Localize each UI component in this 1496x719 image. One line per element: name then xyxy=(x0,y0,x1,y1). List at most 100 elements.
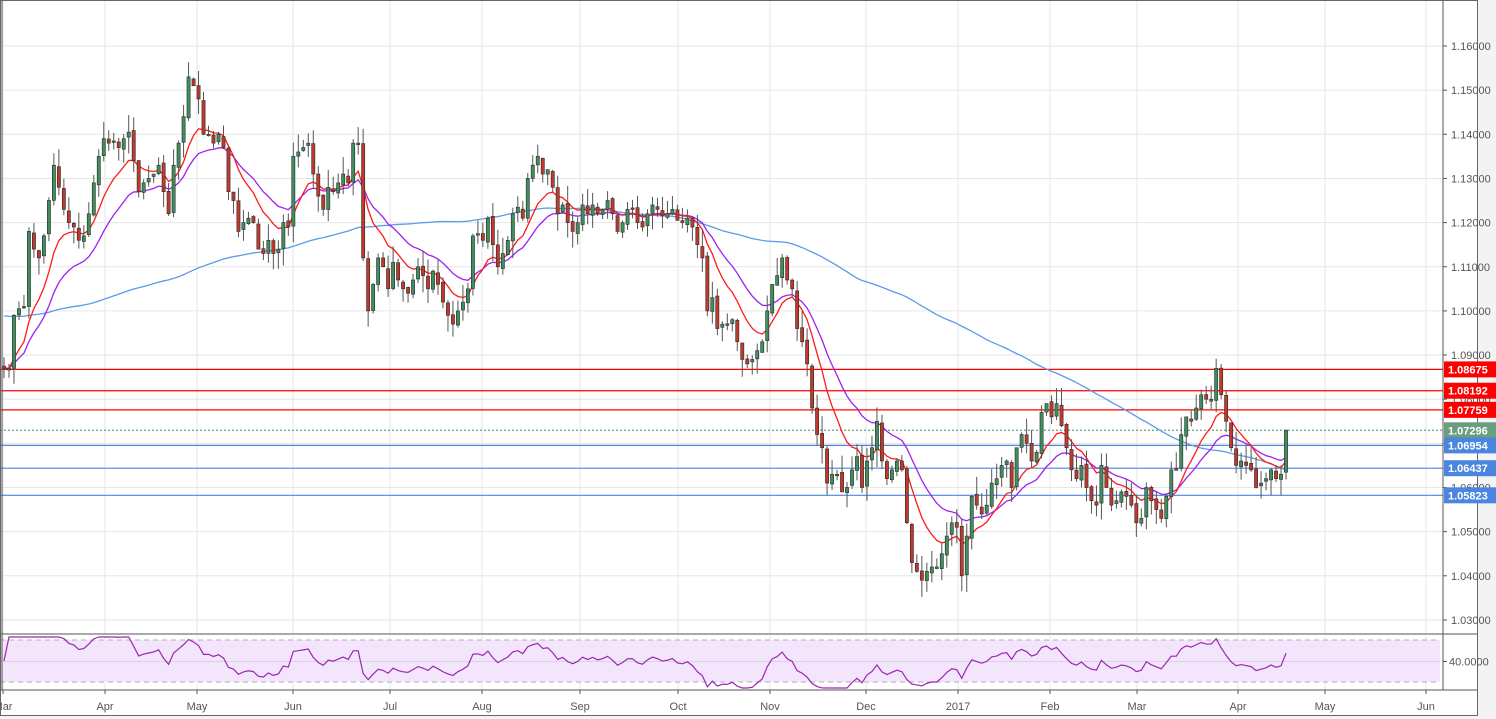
candle-up xyxy=(96,156,101,186)
candle-up xyxy=(505,239,510,255)
candle-down xyxy=(136,160,141,192)
rsi-pane xyxy=(0,636,1440,689)
price-chart[interactable]: 1.030001.040001.050001.060001.070001.080… xyxy=(0,0,1496,719)
candle-up xyxy=(770,284,775,314)
candle-up xyxy=(1004,460,1009,465)
candle-down xyxy=(131,130,136,162)
candle-down xyxy=(1234,448,1239,466)
candle-down xyxy=(286,220,291,228)
candle-up xyxy=(241,222,246,230)
candle-down xyxy=(37,250,41,259)
candle-up xyxy=(929,566,934,574)
candle-down xyxy=(914,563,919,572)
candle-down xyxy=(550,171,555,188)
candle-down xyxy=(1274,470,1278,479)
candle-up xyxy=(111,140,116,143)
candle-up xyxy=(86,213,91,236)
candle-down xyxy=(1109,487,1114,506)
candle-down xyxy=(1174,468,1179,471)
candle-up xyxy=(1239,460,1244,468)
x-tick-label: Aug xyxy=(472,701,492,713)
candle-up xyxy=(1014,447,1019,488)
candle-up xyxy=(760,341,765,353)
x-tick-label: Mar xyxy=(0,701,13,713)
candle-up xyxy=(1269,469,1273,481)
candle-down xyxy=(201,100,206,135)
y-tick-label: 1.13000 xyxy=(1451,173,1491,185)
y-tick-label: 1.05000 xyxy=(1451,527,1491,539)
candle-up xyxy=(999,465,1004,478)
candle-down xyxy=(361,143,366,259)
candle-down xyxy=(386,268,391,290)
candle-down xyxy=(196,85,201,100)
candle-up xyxy=(1209,398,1214,402)
candle-down xyxy=(690,217,695,228)
candle-down xyxy=(740,342,745,360)
candle-up xyxy=(27,231,31,307)
candle-up xyxy=(1284,429,1288,473)
candle-down xyxy=(1249,463,1253,471)
candle-down xyxy=(974,493,979,506)
candle-up xyxy=(1099,465,1104,504)
candle-down xyxy=(426,275,430,290)
candle-up xyxy=(590,204,595,216)
candle-down xyxy=(480,233,485,241)
candle-down xyxy=(116,141,121,148)
candle-down xyxy=(1219,367,1224,396)
candle-down xyxy=(1084,463,1089,488)
candle-down xyxy=(236,200,241,232)
candle-up xyxy=(1264,478,1268,482)
candle-down xyxy=(919,570,924,581)
candle-down xyxy=(401,281,405,290)
candle-up xyxy=(620,222,625,233)
candle-down xyxy=(595,206,600,215)
candle-down xyxy=(1229,422,1234,449)
candle-down xyxy=(446,302,450,316)
x-tick-label: Feb xyxy=(1041,701,1060,713)
candle-up xyxy=(865,460,869,487)
candle-up xyxy=(600,209,605,215)
candle-down xyxy=(191,78,196,87)
y-tick-label: 1.12000 xyxy=(1451,218,1491,230)
candle-up xyxy=(645,213,650,227)
candle-down xyxy=(256,223,261,250)
x-tick-label: Sep xyxy=(570,701,590,713)
candle-up xyxy=(575,222,580,234)
candle-up xyxy=(306,142,311,146)
x-tick-label: Apr xyxy=(96,701,113,713)
candle-up xyxy=(1044,403,1049,413)
candle-up xyxy=(670,209,675,215)
candle-up xyxy=(206,134,211,137)
candle-up xyxy=(1079,465,1084,481)
candle-up xyxy=(1259,482,1263,487)
rsi-tick-label: 40.0000 xyxy=(1449,657,1489,669)
candle-down xyxy=(1189,418,1194,422)
candle-up xyxy=(1169,469,1174,498)
candle-down xyxy=(790,279,795,290)
candle-up xyxy=(171,164,176,213)
candle-up xyxy=(356,142,361,145)
candle-down xyxy=(959,525,964,577)
x-tick-label: Mar xyxy=(1128,701,1147,713)
candle-up xyxy=(775,275,780,286)
candle-up xyxy=(126,131,131,138)
candle-up xyxy=(750,359,755,363)
x-tick-label: 2017 xyxy=(946,701,970,713)
candle-up xyxy=(855,456,859,471)
candle-down xyxy=(820,433,824,449)
candle-up xyxy=(12,315,16,369)
candle-up xyxy=(625,209,630,225)
candle-up xyxy=(989,482,994,507)
x-tick-label: Dec xyxy=(856,701,876,713)
candle-down xyxy=(251,216,256,223)
candle-down xyxy=(495,244,500,268)
candle-up xyxy=(431,270,435,290)
price-level-label: 1.06437 xyxy=(1448,463,1488,475)
candle-down xyxy=(660,210,665,217)
candle-up xyxy=(151,173,156,177)
candle-down xyxy=(32,232,36,250)
candle-down xyxy=(106,138,111,144)
candle-down xyxy=(226,147,231,192)
candle-up xyxy=(1194,407,1199,420)
candle-up xyxy=(515,206,520,213)
